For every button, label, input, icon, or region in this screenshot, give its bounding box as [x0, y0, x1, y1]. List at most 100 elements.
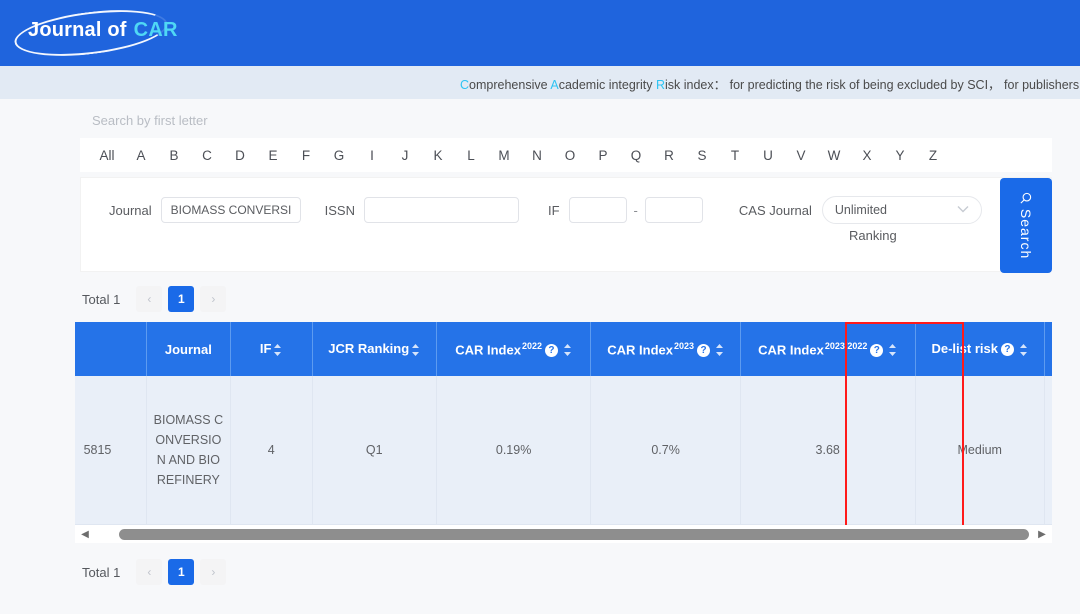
search-button[interactable]: Search — [1000, 178, 1052, 273]
letter-filter-s[interactable]: S — [688, 148, 716, 163]
cas-ranking-label-line2: Ranking — [849, 228, 897, 243]
letter-filter-v[interactable]: V — [787, 148, 815, 163]
letter-filter-l[interactable]: L — [457, 148, 485, 163]
cell-journal: BIOMASS CONVERSION AND BIOREFINERY — [146, 376, 231, 525]
letter-filter-q[interactable]: Q — [622, 148, 650, 163]
sort-arrows-icon[interactable] — [715, 343, 724, 357]
results-table-body: 5815 BIOMASS CONVERSION AND BIOREFINERY 4 Q… — [75, 376, 1052, 525]
results-table-wrapper: Journal IF JCR Ranking CAR Index2022? CAR In… — [75, 322, 1052, 525]
column-header-superscript: 2023 — [673, 340, 694, 351]
letter-filter-x[interactable]: X — [853, 148, 881, 163]
scrollbar-track[interactable] — [93, 528, 1034, 540]
results-table-head: Journal IF JCR Ranking CAR Index2022? CAR In… — [75, 322, 1052, 376]
help-icon[interactable]: ? — [1000, 343, 1014, 357]
column-header-car-index-2023[interactable]: CAR Index2023? — [590, 322, 741, 376]
journal-input[interactable] — [160, 197, 301, 223]
sort-arrows-icon[interactable] — [1019, 343, 1028, 357]
column-header-label: CAR Index — [607, 341, 673, 357]
letter-filter-m[interactable]: M — [490, 148, 518, 163]
column-header-car-index-2023-2022[interactable]: CAR Index2023/2022? — [740, 322, 916, 376]
column-header-label: CAR Index — [455, 341, 521, 357]
cas-ranking-label: CAS Journal — [738, 202, 812, 218]
if-label: IF — [547, 202, 560, 218]
logo-word-main: Journal of — [28, 19, 127, 41]
scroll-right-arrow-icon[interactable]: ▶ — [1034, 529, 1050, 540]
pagination-total: Total 1 — [82, 291, 121, 307]
search-button-inner: Search — [1018, 192, 1034, 259]
column-header-issn — [75, 322, 147, 376]
cell-car-2022: 0.19% — [436, 376, 592, 525]
logo-text: Journal of CAR — [28, 19, 178, 42]
journal-label: Journal — [109, 202, 152, 218]
letter-filter-j[interactable]: J — [391, 148, 419, 163]
letter-filter-r[interactable]: R — [655, 148, 683, 163]
column-header-jcr-ranking[interactable]: JCR Ranking — [312, 322, 437, 376]
issn-input[interactable] — [363, 197, 519, 223]
column-header-superscript: 2022 — [521, 340, 542, 351]
marquee-seg-2: cademic integrity — [558, 78, 656, 92]
pagination-page-1-bottom[interactable]: 1 — [168, 559, 195, 585]
pagination-total-bottom: Total 1 — [82, 564, 121, 580]
column-header-label: CAR Index — [758, 341, 824, 357]
column-header-journal: Journal — [146, 322, 231, 376]
letter-filter-c[interactable]: C — [193, 148, 221, 163]
scrollbar-thumb[interactable] — [119, 528, 1029, 540]
sort-arrows-icon[interactable] — [411, 343, 420, 357]
sort-arrows-icon[interactable] — [273, 343, 282, 357]
marquee-text: Comprehensive Academic integrity Risk in… — [460, 74, 1080, 93]
letter-filter-label: Search by first letter — [80, 99, 1052, 138]
logo-word-accent: CAR — [133, 19, 178, 41]
pagination-top: Total 1 ‹ 1 › — [0, 272, 1080, 322]
pagination-next-button[interactable]: › — [200, 286, 227, 312]
site-header: Journal of CAR — [0, 0, 1080, 66]
letter-filter-all[interactable]: All — [92, 148, 122, 163]
if-min-input[interactable] — [568, 197, 627, 223]
letter-filter-o[interactable]: O — [556, 148, 584, 163]
table-horizontal-scrollbar[interactable]: ◀ ▶ — [75, 525, 1052, 543]
site-logo[interactable]: Journal of CAR — [12, 2, 177, 64]
if-max-input[interactable] — [644, 197, 703, 223]
if-range-dash: - — [633, 202, 638, 218]
letter-filter-p[interactable]: P — [589, 148, 617, 163]
letter-filter-g[interactable]: G — [325, 148, 353, 163]
cell-jcr-ranking: Q1 — [312, 376, 437, 525]
cell-car-ratio: 3.68 — [740, 376, 916, 525]
letter-filter-z[interactable]: Z — [919, 148, 947, 163]
column-header-de-list-risk[interactable]: De-list risk? — [915, 322, 1045, 376]
letter-filter-i[interactable]: I — [358, 148, 386, 163]
marquee-seg-1: omprehensive — [469, 78, 551, 92]
pagination-next-button-bottom[interactable]: › — [200, 559, 227, 585]
letter-filter-k[interactable]: K — [424, 148, 452, 163]
letter-filter-e[interactable]: E — [259, 148, 287, 163]
column-header-label: JCR Ranking — [328, 341, 410, 357]
search-panel: Journal ISSN IF - CAS Journal Unlimited … — [80, 177, 1052, 273]
pagination-prev-button[interactable]: ‹ — [136, 286, 163, 312]
help-icon[interactable]: ? — [544, 343, 558, 357]
column-header-looked[interactable]: Looked — [1044, 322, 1052, 376]
letter-filter-y[interactable]: Y — [886, 148, 914, 163]
column-header-if[interactable]: IF — [230, 322, 313, 376]
sort-arrows-icon[interactable] — [888, 343, 897, 357]
letter-filter-d[interactable]: D — [226, 148, 254, 163]
help-icon[interactable]: ? — [697, 343, 710, 357]
cas-ranking-select[interactable]: Unlimited — [821, 196, 982, 224]
letter-filter-b[interactable]: B — [160, 148, 188, 163]
results-table-header-row: Journal IF JCR Ranking CAR Index2022? CAR In… — [75, 322, 1052, 376]
help-icon[interactable]: ? — [870, 343, 884, 357]
sort-arrows-icon[interactable] — [563, 343, 572, 357]
cell-delist-risk: Medium — [915, 376, 1045, 525]
letter-filter-n[interactable]: N — [523, 148, 551, 163]
letter-filter-f[interactable]: F — [292, 148, 320, 163]
scroll-left-arrow-icon[interactable]: ◀ — [77, 529, 93, 540]
table-row[interactable]: 5815 BIOMASS CONVERSION AND BIOREFINERY 4 Q… — [75, 376, 1052, 525]
pagination-page-1[interactable]: 1 — [168, 286, 195, 312]
letter-filter-t[interactable]: T — [721, 148, 749, 163]
letter-filter-row: All A B C D E F G I J K L M N O P Q R S T U V W X Y Z — [80, 138, 1052, 172]
letter-filter-a[interactable]: A — [127, 148, 155, 163]
column-header-car-index-2022[interactable]: CAR Index2022? — [436, 322, 592, 376]
column-header-label: De-list risk — [931, 341, 998, 357]
pagination-prev-button-bottom[interactable]: ‹ — [136, 559, 163, 585]
letter-filter-w[interactable]: W — [820, 148, 848, 163]
results-table: Journal IF JCR Ranking CAR Index2022? CAR In… — [75, 322, 1052, 525]
letter-filter-u[interactable]: U — [754, 148, 782, 163]
